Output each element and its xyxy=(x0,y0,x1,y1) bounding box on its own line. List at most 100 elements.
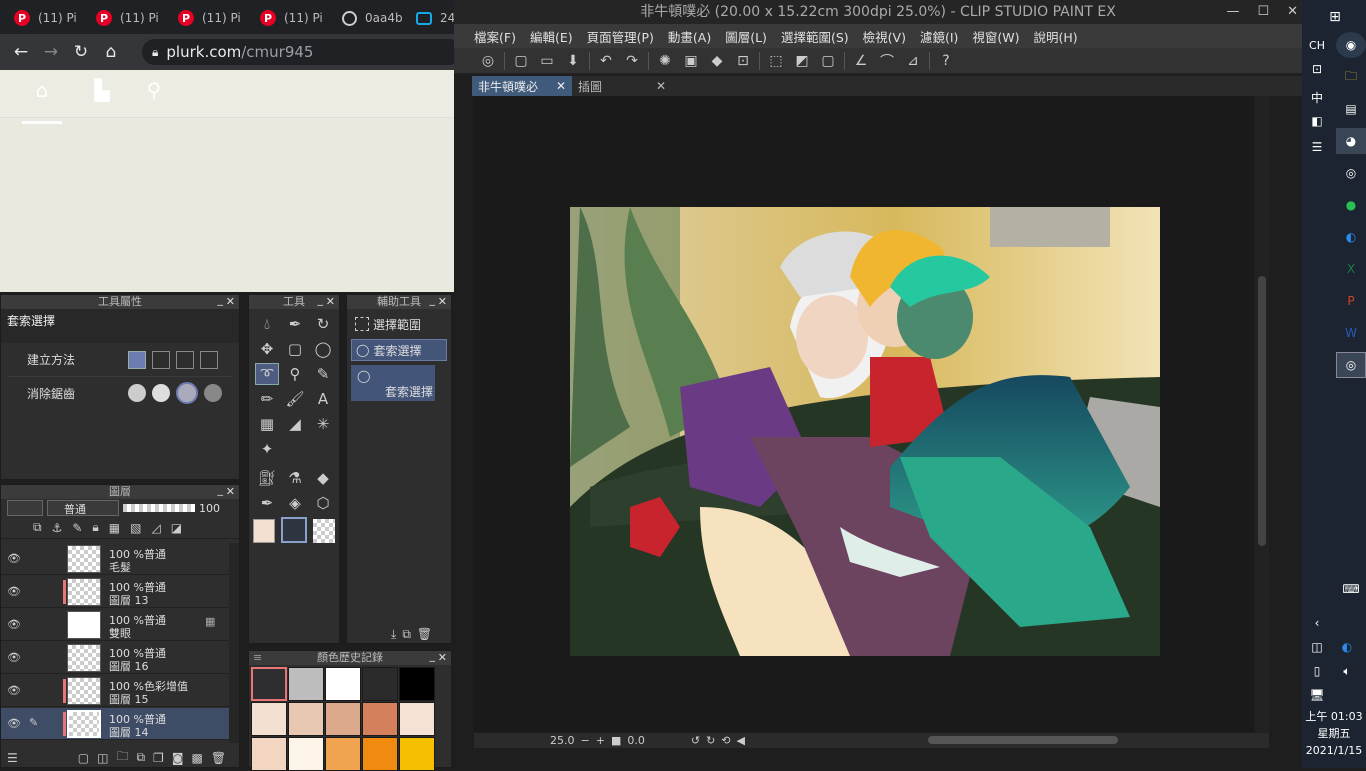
color-swatch[interactable] xyxy=(399,702,435,736)
browser-tab[interactable]: P (11) Pi xyxy=(4,2,84,34)
merge-down-icon[interactable]: ⧉ xyxy=(136,750,145,765)
lock-icon[interactable]: 🔒︎ xyxy=(92,520,98,535)
eye-icon[interactable]: 👁︎ xyxy=(7,618,21,631)
paint-icon[interactable]: ◕ xyxy=(1336,128,1366,154)
eye-icon[interactable]: 👁︎ xyxy=(7,585,21,598)
menu-filter[interactable]: 濾鏡(I) xyxy=(920,27,958,46)
ruler-icon[interactable]: ◿ xyxy=(151,521,160,535)
language-indicator[interactable]: CH xyxy=(1302,32,1332,58)
delete-mask-icon[interactable]: ▩ xyxy=(191,751,202,765)
rotate-view-icon[interactable]: ↻ xyxy=(311,313,335,335)
import-icon[interactable]: ⤓ xyxy=(391,627,396,642)
network-icon[interactable]: 🖥︎ xyxy=(1302,682,1332,708)
color-swatch[interactable] xyxy=(362,702,398,736)
text-icon[interactable]: A xyxy=(311,388,335,410)
stats-icon[interactable]: ▙ xyxy=(82,78,122,110)
show-selection-icon[interactable]: ▢ xyxy=(818,51,838,71)
menu-window[interactable]: 視窗(W) xyxy=(972,27,1019,46)
rotate-left-icon[interactable]: ↺ xyxy=(691,734,700,747)
excel-icon[interactable]: X xyxy=(1336,256,1366,282)
close-icon[interactable]: ✕ xyxy=(438,651,447,665)
vertical-scrollbar[interactable] xyxy=(1255,96,1269,736)
color-swatch[interactable] xyxy=(251,737,287,771)
eye-icon[interactable]: 👁︎ xyxy=(7,552,21,565)
pen-icon[interactable]: ✒ xyxy=(283,313,307,335)
deselect-icon[interactable]: ⬚ xyxy=(766,51,786,71)
color-swatch[interactable] xyxy=(362,667,398,701)
scroll-thumb[interactable] xyxy=(1258,276,1266,546)
eye-icon[interactable]: 👁︎ xyxy=(7,717,21,730)
sub-tool-lasso-tile[interactable]: ◯ 套索選擇 xyxy=(351,365,435,401)
layer-row[interactable]: 👁︎ 100 %色彩增值 圖層 15 xyxy=(1,675,229,707)
antialias-strong[interactable] xyxy=(204,384,222,402)
eye-icon[interactable]: 👁︎ xyxy=(7,651,21,664)
eyedropper-icon[interactable]: ⚗ xyxy=(283,467,307,489)
trash-icon[interactable]: 🗑︎ xyxy=(211,751,226,765)
menu-page[interactable]: 頁面管理(P) xyxy=(587,27,654,46)
figure-icon[interactable]: ◢ xyxy=(283,413,307,435)
line-icon[interactable]: ● xyxy=(1336,192,1366,218)
sub-color-swatch[interactable] xyxy=(281,517,307,543)
drag-handle-icon[interactable]: ≡ xyxy=(253,651,262,665)
windows-start-icon[interactable]: ⊞ xyxy=(1320,4,1350,30)
address-bar[interactable]: 🔒︎ plurk.com/cmur945 xyxy=(142,39,462,65)
minimize-button[interactable]: — xyxy=(1226,0,1239,24)
open-file-icon[interactable]: ▭ xyxy=(537,51,557,71)
gradient-icon[interactable]: ▦ xyxy=(255,413,279,435)
eraser-icon[interactable]: ◈ xyxy=(283,492,307,514)
forward-icon[interactable]: → xyxy=(36,42,66,62)
antialias-weak[interactable] xyxy=(152,384,170,402)
sub-tool-lasso[interactable]: ◯ 套索選擇 xyxy=(351,339,447,361)
new-selection-button[interactable] xyxy=(128,350,146,369)
antialias-none[interactable] xyxy=(128,384,146,402)
help-icon[interactable]: ? xyxy=(936,51,956,71)
lock-alpha-icon[interactable]: ▦ xyxy=(109,521,120,535)
rotation-value[interactable]: 0.0 xyxy=(627,734,645,747)
brush-icon[interactable]: 🖌︎ xyxy=(283,388,307,410)
layer-row[interactable]: 👁︎ 100 %普通 雙眼 ▦ xyxy=(1,609,229,641)
subtract-selection-button[interactable] xyxy=(176,350,194,369)
mask-icon[interactable]: ◙ xyxy=(172,751,184,765)
menu-edit[interactable]: 編輯(E) xyxy=(530,27,573,46)
drops-icon[interactable]: 💧︎ xyxy=(255,313,279,335)
menu-file[interactable]: 檔案(F) xyxy=(474,27,516,46)
layer-menu-icon[interactable]: ☰ xyxy=(7,751,18,765)
menu-animation[interactable]: 動畫(A) xyxy=(668,27,711,46)
lasso-icon[interactable]: ➰︎ xyxy=(255,363,279,385)
color-swatch[interactable] xyxy=(288,702,324,736)
new-folder-icon[interactable]: 🗀︎ xyxy=(116,747,128,768)
antialias-medium[interactable] xyxy=(176,382,198,404)
clear-icon[interactable]: ✺ xyxy=(655,51,675,71)
close-icon[interactable]: ✕ xyxy=(438,295,447,309)
reload-icon[interactable]: ↻ xyxy=(66,42,96,62)
pencil-icon[interactable]: ✏ xyxy=(255,388,279,410)
duplicate-icon[interactable]: ⧉ xyxy=(402,627,411,642)
eye-icon[interactable]: 👁︎ xyxy=(7,684,21,697)
app-icon[interactable]: ◐ xyxy=(1336,224,1366,250)
color-swatch[interactable] xyxy=(251,667,287,701)
home-icon[interactable]: ⌂ xyxy=(96,42,126,62)
color-swatch[interactable] xyxy=(288,737,324,771)
new-raster-layer-icon[interactable]: ▢ xyxy=(78,751,89,765)
keyboard-icon[interactable]: ⌨ xyxy=(1336,576,1366,602)
reset-rotation-icon[interactable]: ⟲ xyxy=(721,734,730,747)
close-button[interactable]: ✕ xyxy=(1287,0,1298,24)
minimize-icon[interactable]: _ xyxy=(430,293,436,307)
rotate-right-icon[interactable]: ↻ xyxy=(706,734,715,747)
clock[interactable]: 上午 01:03 星期五 2021/1/15 xyxy=(1302,708,1366,759)
ime-settings-icon[interactable]: ☰ xyxy=(1302,134,1332,160)
grid-snap-icon[interactable]: ⊿ xyxy=(903,51,923,71)
layer-row[interactable]: 👁︎ 100 %普通 圖層 16 xyxy=(1,642,229,674)
horizontal-scroll-thumb[interactable] xyxy=(928,736,1118,744)
close-icon[interactable]: ✕ xyxy=(656,79,666,93)
color-swatch[interactable] xyxy=(251,702,287,736)
layer-row-selected[interactable]: 👁︎ ✎ 100 %普通 圖層 14 xyxy=(1,708,229,740)
ink-pen-icon[interactable]: ✒ xyxy=(255,492,279,514)
main-color-swatch[interactable] xyxy=(253,519,275,543)
back-icon[interactable]: ← xyxy=(6,42,36,62)
fit-icon[interactable]: ■ xyxy=(611,734,621,747)
save-icon[interactable]: ⬇ xyxy=(563,51,583,71)
ruler-snap-icon[interactable]: ∠ xyxy=(851,51,871,71)
show-hidden-icons[interactable]: ‹ xyxy=(1302,610,1332,636)
tray-app-icon[interactable]: ◐ xyxy=(1332,634,1362,660)
